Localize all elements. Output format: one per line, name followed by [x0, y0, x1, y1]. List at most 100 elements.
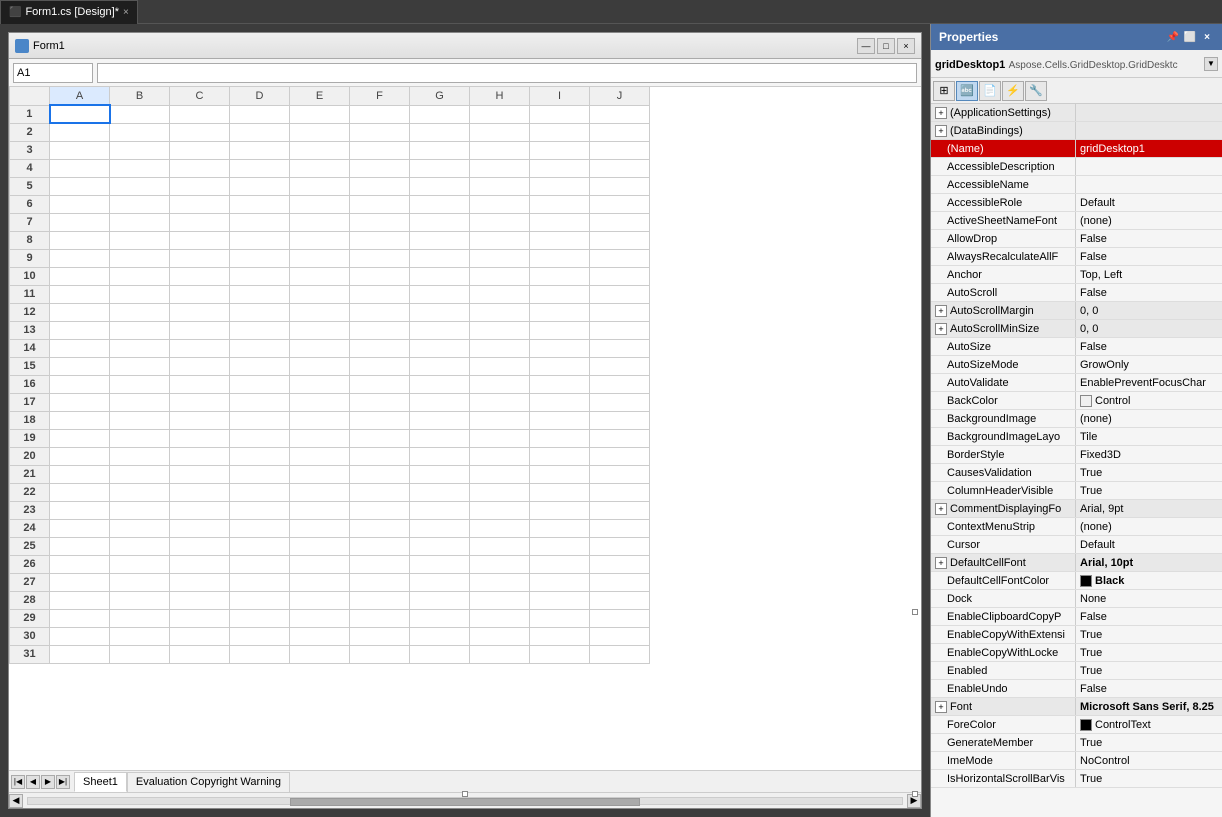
- cell-B3[interactable]: [110, 141, 170, 159]
- cell-H17[interactable]: [470, 393, 530, 411]
- cell-C2[interactable]: [170, 123, 230, 141]
- cell-G20[interactable]: [410, 447, 470, 465]
- cell-E28[interactable]: [290, 591, 350, 609]
- cell-I21[interactable]: [530, 465, 590, 483]
- form-design-tab[interactable]: ⬛ Form1.cs [Design]* ×: [0, 0, 138, 24]
- cell-F24[interactable]: [350, 519, 410, 537]
- cell-D4[interactable]: [230, 159, 290, 177]
- cell-C6[interactable]: [170, 195, 230, 213]
- cell-C28[interactable]: [170, 591, 230, 609]
- cell-A30[interactable]: [50, 627, 110, 645]
- cell-B1[interactable]: [110, 105, 170, 123]
- cell-I23[interactable]: [530, 501, 590, 519]
- cell-C12[interactable]: [170, 303, 230, 321]
- row-header-7[interactable]: 7: [10, 213, 50, 231]
- cell-I19[interactable]: [530, 429, 590, 447]
- cell-F11[interactable]: [350, 285, 410, 303]
- cell-A18[interactable]: [50, 411, 110, 429]
- prop-row-9[interactable]: AnchorTop, Left: [931, 266, 1222, 284]
- scroll-left-btn[interactable]: ◀: [9, 794, 23, 808]
- prop-row-15[interactable]: AutoValidateEnablePreventFocusChar: [931, 374, 1222, 392]
- cell-B8[interactable]: [110, 231, 170, 249]
- prop-row-6[interactable]: ActiveSheetNameFont(none): [931, 212, 1222, 230]
- cell-C26[interactable]: [170, 555, 230, 573]
- cell-F31[interactable]: [350, 645, 410, 663]
- cell-B4[interactable]: [110, 159, 170, 177]
- cell-H13[interactable]: [470, 321, 530, 339]
- cell-H10[interactable]: [470, 267, 530, 285]
- cell-F14[interactable]: [350, 339, 410, 357]
- cell-H4[interactable]: [470, 159, 530, 177]
- prop-value-1[interactable]: [1076, 122, 1222, 139]
- cell-E22[interactable]: [290, 483, 350, 501]
- categorized-view-btn[interactable]: ⊞: [933, 81, 955, 101]
- cell-C16[interactable]: [170, 375, 230, 393]
- cell-A6[interactable]: [50, 195, 110, 213]
- cell-I20[interactable]: [530, 447, 590, 465]
- cell-G29[interactable]: [410, 609, 470, 627]
- cell-F13[interactable]: [350, 321, 410, 339]
- prop-value-23[interactable]: (none): [1076, 518, 1222, 535]
- cell-D11[interactable]: [230, 285, 290, 303]
- cell-E21[interactable]: [290, 465, 350, 483]
- cell-C7[interactable]: [170, 213, 230, 231]
- cell-D13[interactable]: [230, 321, 290, 339]
- cell-A12[interactable]: [50, 303, 110, 321]
- cell-E4[interactable]: [290, 159, 350, 177]
- cell-G12[interactable]: [410, 303, 470, 321]
- cell-A9[interactable]: [50, 249, 110, 267]
- row-header-20[interactable]: 20: [10, 447, 50, 465]
- cell-E1[interactable]: [290, 105, 350, 123]
- cell-A14[interactable]: [50, 339, 110, 357]
- cell-I29[interactable]: [530, 609, 590, 627]
- cell-C14[interactable]: [170, 339, 230, 357]
- cell-E2[interactable]: [290, 123, 350, 141]
- sheet-last-btn[interactable]: ▶|: [56, 775, 70, 789]
- cell-H6[interactable]: [470, 195, 530, 213]
- cell-F10[interactable]: [350, 267, 410, 285]
- prop-value-37[interactable]: True: [1076, 770, 1222, 787]
- cell-F18[interactable]: [350, 411, 410, 429]
- cell-A17[interactable]: [50, 393, 110, 411]
- prop-value-20[interactable]: True: [1076, 464, 1222, 481]
- row-header-9[interactable]: 9: [10, 249, 50, 267]
- cell-G8[interactable]: [410, 231, 470, 249]
- cell-I15[interactable]: [530, 357, 590, 375]
- cell-J6[interactable]: [590, 195, 650, 213]
- cell-F8[interactable]: [350, 231, 410, 249]
- cell-B20[interactable]: [110, 447, 170, 465]
- cell-J15[interactable]: [590, 357, 650, 375]
- prop-expand-btn-11[interactable]: +: [935, 305, 947, 317]
- row-header-26[interactable]: 26: [10, 555, 50, 573]
- properties-page-btn[interactable]: 📄: [979, 81, 1001, 101]
- cell-J1[interactable]: [590, 105, 650, 123]
- formula-input[interactable]: [97, 63, 917, 83]
- prop-value-3[interactable]: [1076, 158, 1222, 175]
- cell-D27[interactable]: [230, 573, 290, 591]
- cell-B9[interactable]: [110, 249, 170, 267]
- cell-A31[interactable]: [50, 645, 110, 663]
- cell-J24[interactable]: [590, 519, 650, 537]
- cell-J8[interactable]: [590, 231, 650, 249]
- cell-A11[interactable]: [50, 285, 110, 303]
- cell-G30[interactable]: [410, 627, 470, 645]
- cell-G15[interactable]: [410, 357, 470, 375]
- resize-handle-br[interactable]: [912, 791, 918, 797]
- prop-row-21[interactable]: ColumnHeaderVisibleTrue: [931, 482, 1222, 500]
- prop-row-16[interactable]: BackColorControl: [931, 392, 1222, 410]
- cell-J20[interactable]: [590, 447, 650, 465]
- row-header-4[interactable]: 4: [10, 159, 50, 177]
- resize-handle-bm[interactable]: [462, 791, 468, 797]
- cell-I18[interactable]: [530, 411, 590, 429]
- cell-H20[interactable]: [470, 447, 530, 465]
- cell-J21[interactable]: [590, 465, 650, 483]
- cell-C30[interactable]: [170, 627, 230, 645]
- cell-B31[interactable]: [110, 645, 170, 663]
- cell-C8[interactable]: [170, 231, 230, 249]
- prop-row-5[interactable]: AccessibleRoleDefault: [931, 194, 1222, 212]
- cell-J11[interactable]: [590, 285, 650, 303]
- cell-A1[interactable]: [50, 105, 110, 123]
- row-header-2[interactable]: 2: [10, 123, 50, 141]
- object-selector[interactable]: gridDesktop1 Aspose.Cells.GridDesktop.Gr…: [931, 50, 1222, 78]
- cell-B2[interactable]: [110, 123, 170, 141]
